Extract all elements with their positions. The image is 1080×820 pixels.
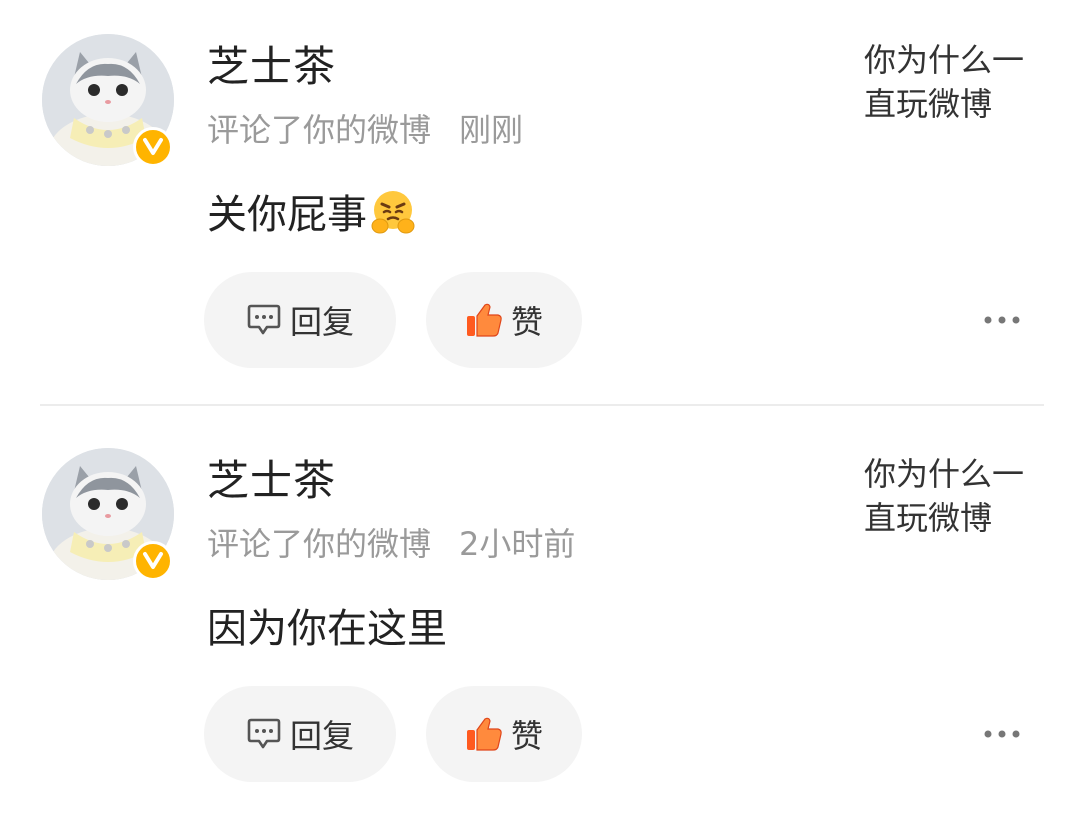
more-options-icon[interactable] bbox=[978, 720, 1026, 748]
more-options-icon[interactable] bbox=[978, 306, 1026, 334]
username[interactable]: 芝士茶 bbox=[207, 454, 336, 508]
comment-item: 芝士茶 评论了你的微博 刚刚 关你屁事 你为什么一直玩微博 回复 赞 bbox=[0, 0, 1080, 406]
comment-text: 因为你在这里 bbox=[207, 601, 447, 657]
comment-text-body: 因为你在这里 bbox=[207, 606, 447, 652]
comment-meta: 评论了你的微博 2小时前 bbox=[207, 522, 575, 566]
action-text: 评论了你的微博 bbox=[207, 525, 432, 563]
comment-text: 关你屁事 bbox=[207, 187, 417, 251]
comment-item: 芝士茶 评论了你的微博 2小时前 因为你在这里 你为什么一直玩微博 回复 赞 bbox=[0, 414, 1080, 820]
original-post-preview[interactable]: 你为什么一直玩微博 bbox=[864, 38, 1049, 126]
huffing-face-emoji-icon bbox=[369, 188, 417, 251]
reply-label: 回复 bbox=[289, 717, 354, 755]
original-post-preview[interactable]: 你为什么一直玩微博 bbox=[864, 452, 1049, 540]
username[interactable]: 芝士茶 bbox=[207, 40, 336, 94]
like-label: 赞 bbox=[510, 717, 543, 755]
thumbs-up-icon bbox=[465, 302, 503, 338]
reply-label: 回复 bbox=[289, 303, 354, 341]
verified-badge-icon bbox=[133, 541, 173, 581]
like-label: 赞 bbox=[510, 303, 543, 341]
comment-bubble-icon bbox=[246, 303, 282, 337]
thumbs-up-icon bbox=[465, 716, 503, 752]
verified-badge-icon bbox=[133, 127, 173, 167]
timestamp: 2小时前 bbox=[459, 525, 576, 563]
timestamp: 刚刚 bbox=[459, 111, 524, 149]
reply-button[interactable]: 回复 bbox=[204, 686, 396, 782]
comment-meta: 评论了你的微博 刚刚 bbox=[207, 108, 523, 152]
like-button[interactable]: 赞 bbox=[426, 686, 582, 782]
like-button[interactable]: 赞 bbox=[426, 272, 582, 368]
action-text: 评论了你的微博 bbox=[207, 111, 432, 149]
reply-button[interactable]: 回复 bbox=[204, 272, 396, 368]
comment-text-body: 关你屁事 bbox=[207, 192, 367, 238]
comment-bubble-icon bbox=[246, 717, 282, 751]
divider bbox=[40, 404, 1044, 406]
